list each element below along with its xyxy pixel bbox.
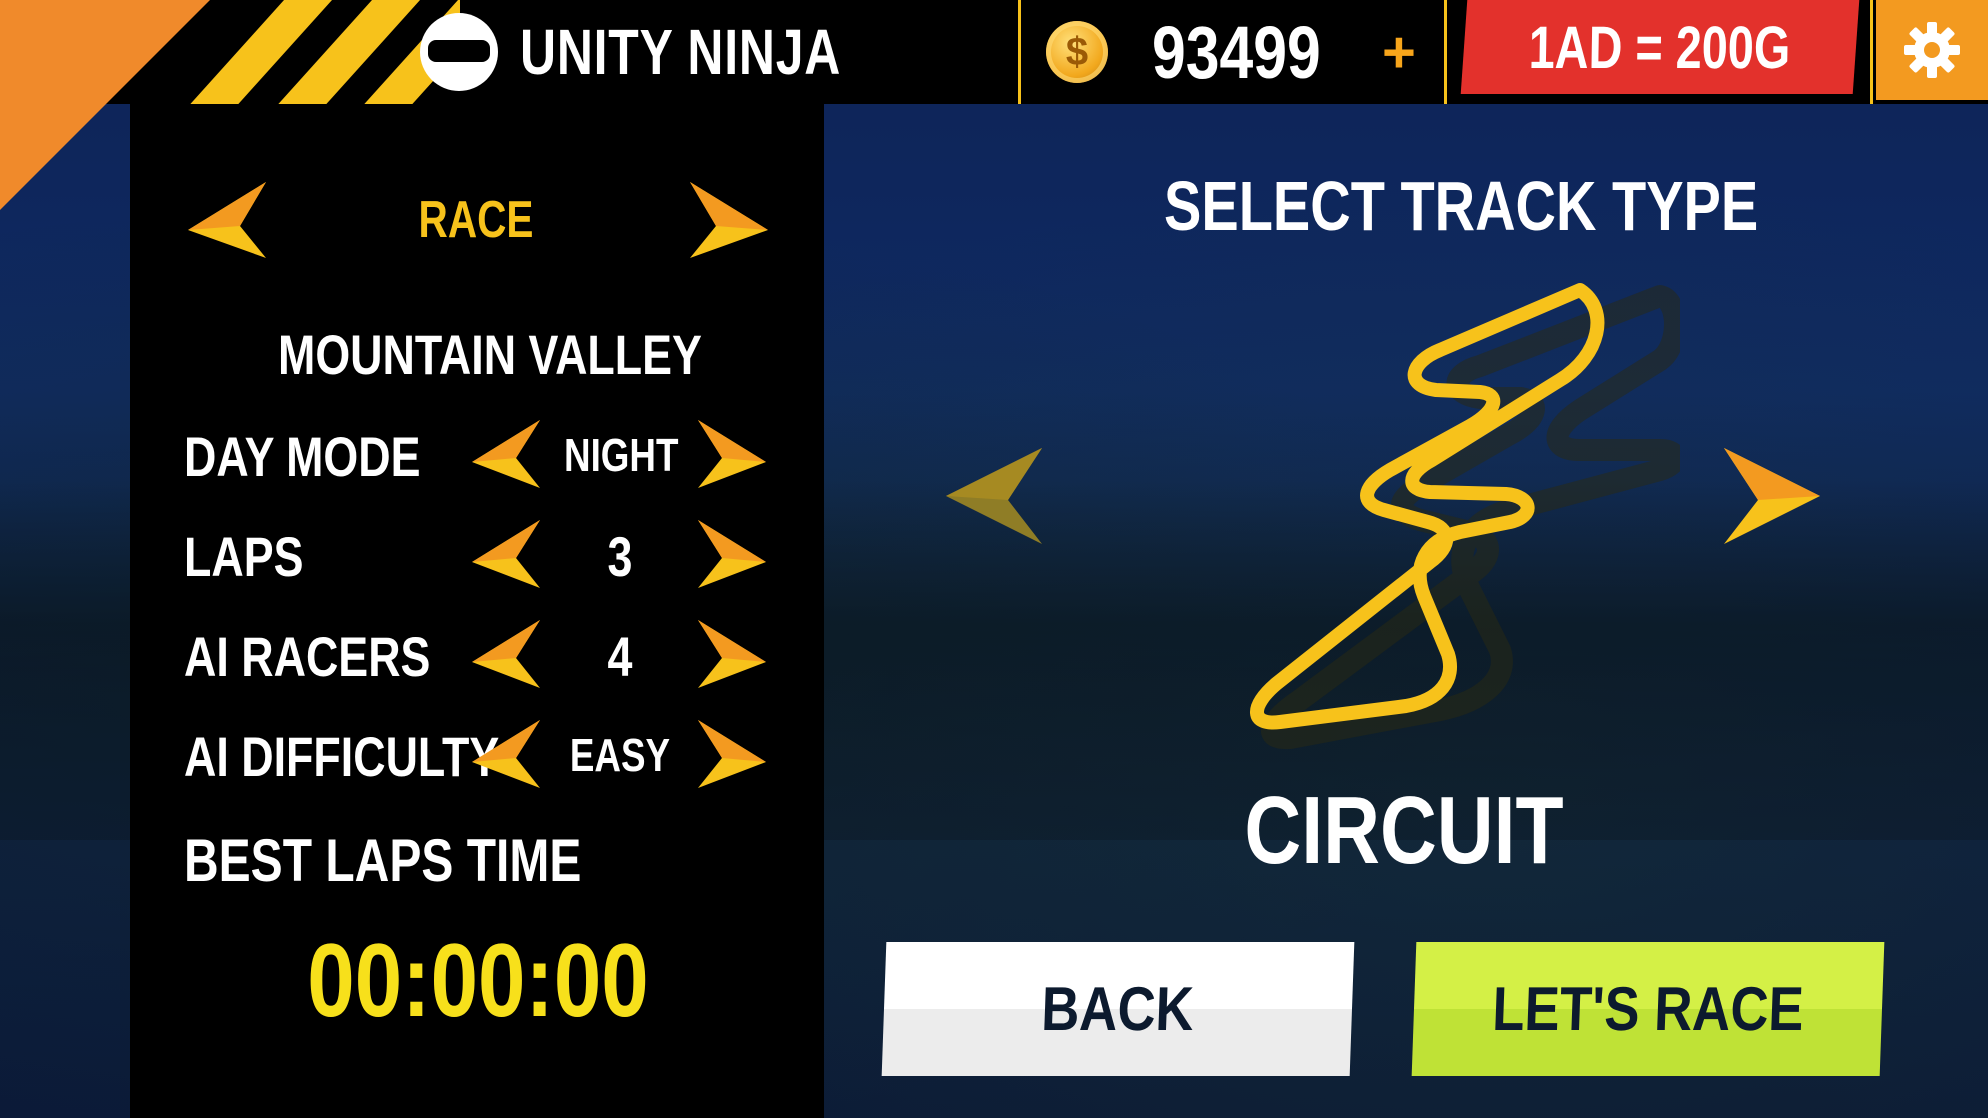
- gear-icon: [1904, 22, 1960, 78]
- setting-value: NIGHT: [564, 429, 679, 481]
- helmet-icon: [420, 13, 498, 91]
- lets-race-button[interactable]: LET'S RACE: [1411, 942, 1885, 1076]
- divider: [1870, 0, 1873, 104]
- watch-ad-button[interactable]: 1AD = 200G: [1460, 0, 1860, 94]
- lets-race-button-label: LET'S RACE: [1491, 974, 1805, 1044]
- day-mode-next-arrow-icon[interactable]: [694, 416, 770, 492]
- setting-label: DAY MODE: [184, 425, 421, 488]
- mode-next-arrow-icon[interactable]: [686, 178, 772, 262]
- back-button-label: BACK: [1040, 974, 1196, 1044]
- laps-next-arrow-icon[interactable]: [694, 516, 770, 592]
- laps-prev-arrow-icon[interactable]: [468, 516, 544, 592]
- ad-offer-label: 1AD = 200G: [1528, 13, 1792, 81]
- player-name: UNITY NINJA: [520, 16, 842, 88]
- setting-label: AI DIFFICULTY: [184, 725, 500, 788]
- plus-icon: +: [1382, 19, 1416, 85]
- track-name: MOUNTAIN VALLEY: [278, 323, 702, 386]
- select-track-title: SELECT TRACK TYPE: [1164, 167, 1759, 245]
- ai-racers-next-arrow-icon[interactable]: [694, 616, 770, 692]
- track-type-label: CIRCUIT: [1244, 777, 1564, 884]
- day-mode-prev-arrow-icon[interactable]: [468, 416, 544, 492]
- mode-prev-arrow-icon[interactable]: [184, 178, 270, 262]
- setting-value: EASY: [569, 729, 671, 781]
- coin-icon: $: [1046, 21, 1108, 83]
- setting-value: 3: [607, 525, 633, 588]
- track-map-icon[interactable]: [1180, 270, 1680, 750]
- ai-difficulty-next-arrow-icon[interactable]: [694, 716, 770, 792]
- best-time-label: BEST LAPS TIME: [184, 827, 582, 894]
- track-prev-arrow-icon[interactable]: [942, 444, 1046, 548]
- ai-racers-prev-arrow-icon[interactable]: [468, 616, 544, 692]
- divider: [1444, 0, 1447, 104]
- coin-count: 93499: [1152, 10, 1321, 94]
- settings-button[interactable]: [1876, 0, 1988, 100]
- add-coins-button[interactable]: +: [1382, 0, 1416, 104]
- player-profile[interactable]: UNITY NINJA: [420, 0, 932, 104]
- back-button[interactable]: BACK: [881, 942, 1355, 1076]
- mode-label: RACE: [418, 191, 534, 249]
- setting-label: AI RACERS: [184, 625, 431, 688]
- best-time-value: 00:00:00: [307, 923, 649, 1039]
- track-next-arrow-icon[interactable]: [1720, 444, 1824, 548]
- divider: [1018, 0, 1021, 104]
- setting-value: 4: [607, 625, 633, 688]
- coin-balance: $ 93499: [1046, 0, 1358, 104]
- setting-label: LAPS: [184, 525, 304, 588]
- ai-difficulty-prev-arrow-icon[interactable]: [468, 716, 544, 792]
